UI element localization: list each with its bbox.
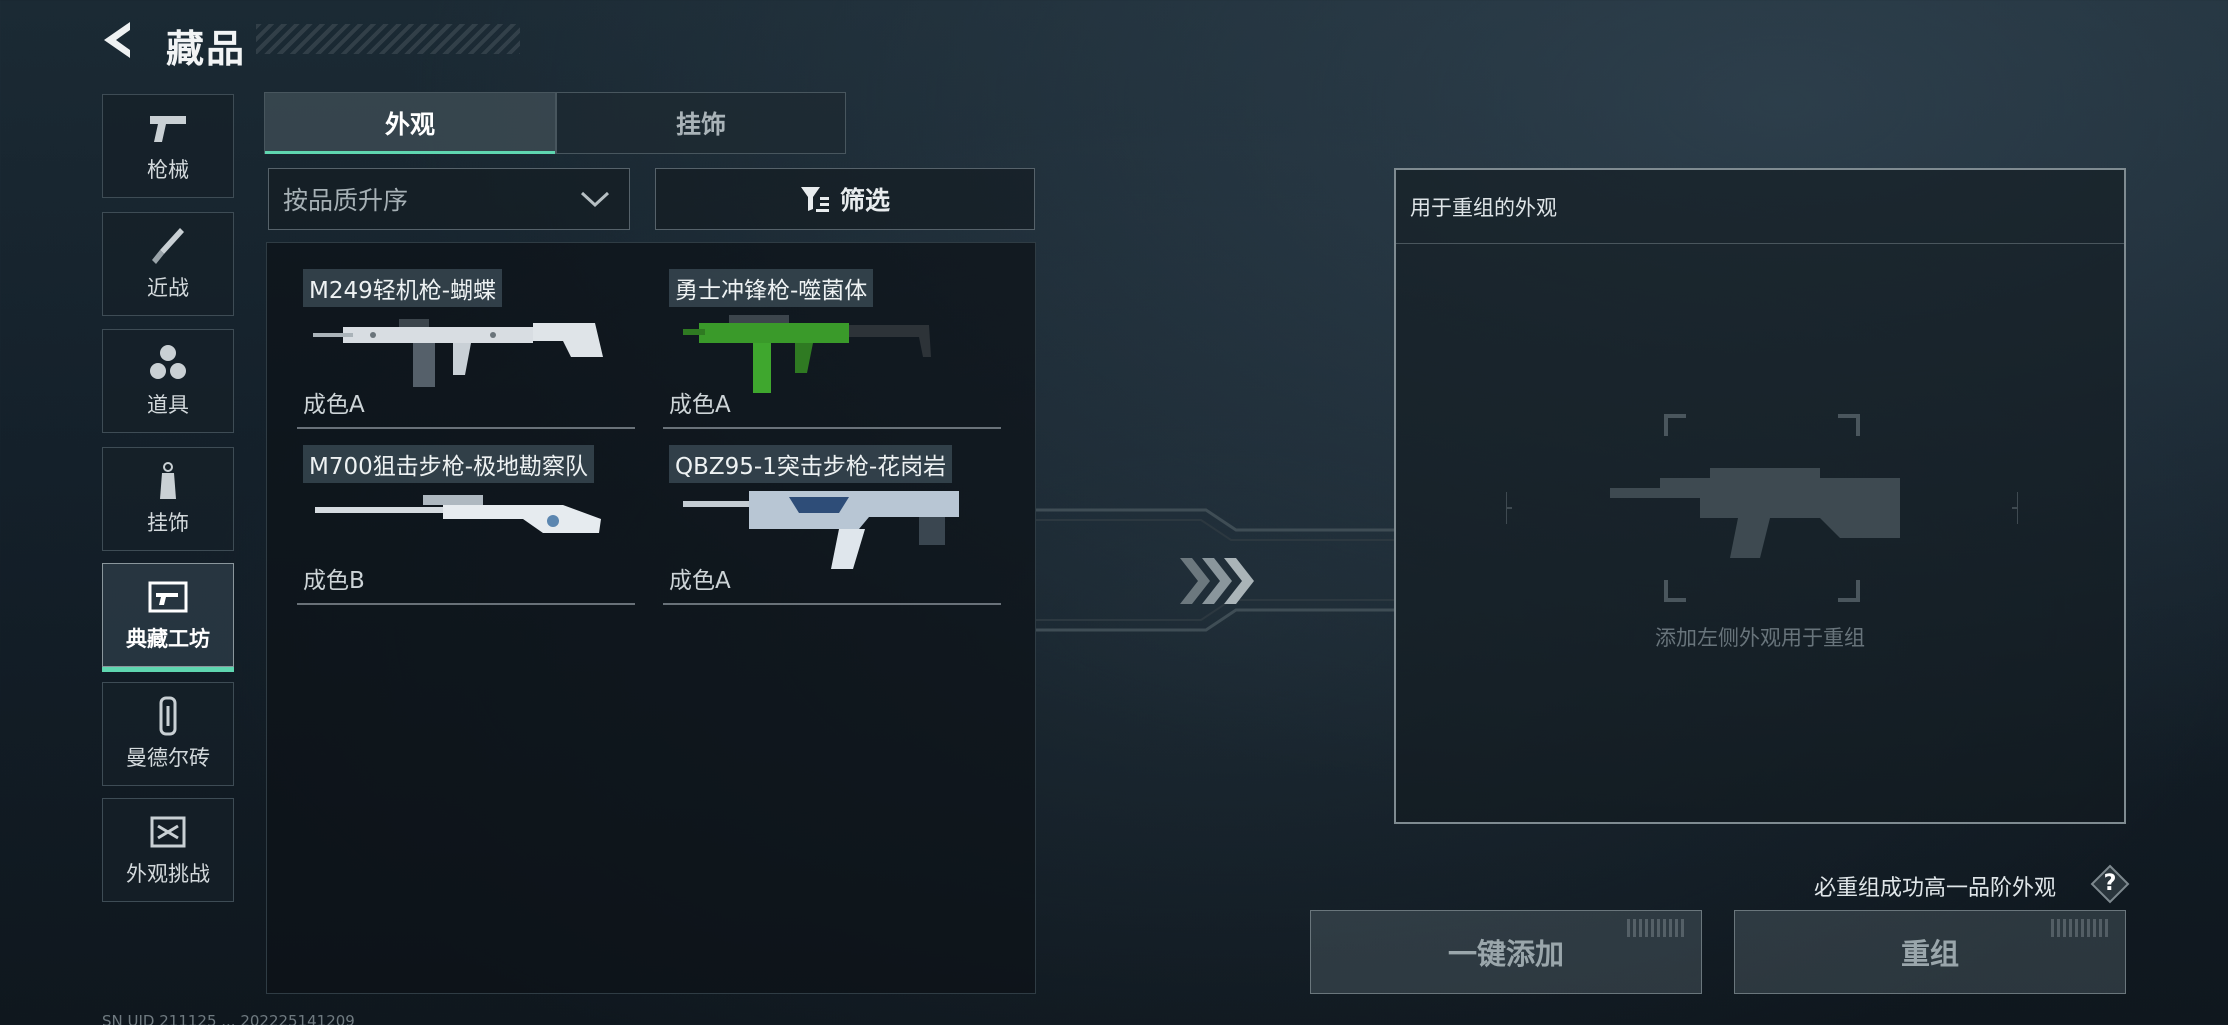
sidebar-item-workshop[interactable]: 典藏工坊 <box>102 563 234 672</box>
item-card[interactable]: 勇士冲锋枪-噬菌体 成色A <box>649 253 1001 429</box>
card-underline <box>663 603 1001 605</box>
filter-icon <box>800 187 829 212</box>
tab-charms[interactable]: 挂饰 <box>556 92 846 154</box>
back-arrow-icon <box>104 22 130 58</box>
transfer-arrows-icon <box>1180 558 1254 604</box>
grenade-cluster-icon <box>146 343 190 383</box>
recombine-slot-panel[interactable]: 用于重组的外观 添加左侧外观用于重组 <box>1394 168 2126 824</box>
item-grade: 成色A <box>669 392 731 418</box>
recombine-placeholder: 添加左侧外观用于重组 <box>1655 626 1865 650</box>
brick-icon <box>146 696 190 736</box>
status-bar: SN UID 211125 ... 202225141209 <box>102 1012 355 1025</box>
sniper-rifle-skin-icon <box>315 495 601 533</box>
button-decoration <box>2051 919 2111 937</box>
sidebar-item-label: 外观挑战 <box>126 862 210 886</box>
help-mark: ? <box>2103 871 2117 896</box>
sidebar-item-melee[interactable]: 近战 <box>102 212 234 316</box>
pistol-icon <box>146 108 190 148</box>
help-button[interactable]: ? <box>2090 864 2130 904</box>
item-list-panel: M249轻机枪-蝴蝶 成色A 勇士冲锋枪-噬菌体 成色A M700狙击步枪-极地… <box>266 242 1036 994</box>
sidebar-item-label: 典藏工坊 <box>126 627 210 651</box>
charm-tag-icon <box>146 461 190 501</box>
item-card[interactable]: M249轻机枪-蝴蝶 成色A <box>283 253 635 429</box>
sidebar-item-label: 道具 <box>147 393 189 417</box>
challenge-map-icon <box>146 812 190 852</box>
gun-frame-icon <box>146 577 190 617</box>
sidebar-item-label: 近战 <box>147 276 189 300</box>
sidebar-item-label: 曼德尔砖 <box>126 746 210 770</box>
button-decoration <box>1627 919 1687 937</box>
sort-label: 按品质升序 <box>283 186 409 215</box>
recombine-header: 用于重组的外观 <box>1396 170 2124 244</box>
recombine-label: 重组 <box>1900 937 1959 971</box>
sidebar-item-challenge[interactable]: 外观挑战 <box>102 798 234 902</box>
item-grade: 成色B <box>303 568 365 594</box>
sidebar-item-label: 挂饰 <box>147 511 189 535</box>
sidebar-item-charms[interactable]: 挂饰 <box>102 447 234 551</box>
guarantee-text: 必重组成功高一品阶外观 <box>1814 876 2057 901</box>
rifle-skin-icon <box>683 491 959 569</box>
sidebar-item-brick[interactable]: 曼德尔砖 <box>102 682 234 786</box>
item-grade: 成色A <box>303 392 365 418</box>
knife-icon <box>146 226 190 266</box>
chevron-down-icon <box>580 191 610 208</box>
filter-label: 筛选 <box>839 186 890 215</box>
smg-skin-icon <box>683 315 931 393</box>
tab-appearance[interactable]: 外观 <box>264 92 556 154</box>
one-click-add-button[interactable]: 一键添加 <box>1310 910 1702 994</box>
back-button[interactable] <box>98 18 142 62</box>
recombine-button[interactable]: 重组 <box>1734 910 2126 994</box>
lmg-skin-icon <box>313 319 603 387</box>
page-title: 藏品 <box>166 27 247 71</box>
sort-dropdown[interactable]: 按品质升序 <box>268 168 630 230</box>
sidebar-item-label: 枪械 <box>147 158 189 182</box>
recombine-title: 用于重组的外观 <box>1410 196 1557 220</box>
item-card[interactable]: QBZ95-1突击步枪-花岗岩 成色A <box>649 429 1001 605</box>
item-card[interactable]: M700狙击步枪-极地勘察队 成色B <box>283 429 635 605</box>
filter-button[interactable]: 筛选 <box>655 168 1035 230</box>
card-underline <box>297 603 635 605</box>
rifle-silhouette-icon <box>1610 468 1900 558</box>
title-decoration <box>256 24 520 54</box>
sidebar-item-guns[interactable]: 枪械 <box>102 94 234 198</box>
one-click-add-label: 一键添加 <box>1447 937 1564 971</box>
sidebar-item-props[interactable]: 道具 <box>102 329 234 433</box>
item-grade: 成色A <box>669 568 731 594</box>
